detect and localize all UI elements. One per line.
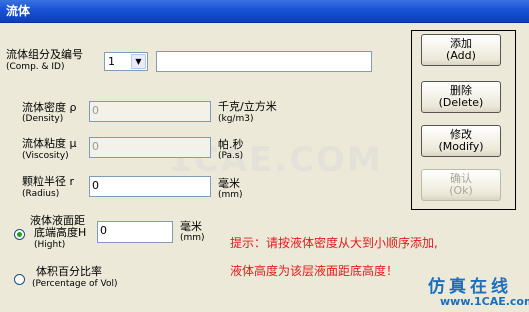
modify-button[interactable]: 修改 (Modify)	[421, 125, 501, 157]
hint-line-2: 液体高度为该层液面距底高度！	[230, 264, 399, 278]
vol-label: 体积百分比率	[36, 265, 102, 278]
radius-label-en: (Radius)	[22, 189, 60, 199]
modify-button-label-en: (Modify)	[438, 140, 484, 153]
viscosity-input[interactable]: 0	[89, 137, 211, 158]
ok-button-label-en: (Ok)	[449, 184, 473, 197]
site-logo-url: www.1CAE.com	[440, 295, 529, 308]
density-label: 流体密度 ρ	[22, 101, 77, 114]
comp-id-select[interactable]: 1 ▼	[104, 52, 148, 71]
height-unit-en: (mm)	[180, 233, 205, 243]
density-input[interactable]: 0	[89, 101, 211, 122]
radius-label: 颗粒半径 r	[22, 175, 75, 188]
radio-selected-dot	[17, 232, 22, 237]
viscosity-unit-en: (Pa.s)	[218, 151, 244, 161]
height-input[interactable]: 0	[97, 221, 173, 243]
delete-button-label-en: (Delete)	[438, 96, 484, 109]
comp-id-select-value: 1	[108, 55, 115, 68]
height-label-en: (Hight)	[34, 240, 66, 250]
comp-id-label: 流体组分及编号	[6, 48, 83, 61]
add-button[interactable]: 添加 (Add)	[421, 34, 501, 66]
radius-input[interactable]: 0	[89, 176, 211, 197]
height-radio[interactable]	[14, 229, 25, 240]
viscosity-label-en: (Viscosity)	[22, 151, 69, 161]
comp-id-label-en: (Comp. & ID)	[6, 62, 65, 72]
density-label-en: (Density)	[22, 114, 64, 124]
hint-line-1: 提示：请按液体密度从大到小顺序添加,	[230, 236, 438, 250]
site-logo-text: 仿真在线	[428, 277, 512, 297]
comp-name-input[interactable]	[156, 51, 372, 72]
vol-radio[interactable]	[14, 274, 25, 285]
title-bar[interactable]: 流体	[0, 0, 529, 23]
ok-button[interactable]: 确认 (Ok)	[421, 169, 501, 201]
radius-unit: 毫米	[218, 177, 240, 190]
height-unit: 毫米	[180, 220, 202, 233]
density-unit: 千克/立方米	[218, 100, 277, 113]
delete-button[interactable]: 删除 (Delete)	[421, 81, 501, 113]
radius-unit-en: (mm)	[218, 190, 243, 200]
chevron-down-icon[interactable]: ▼	[131, 54, 146, 69]
window-title: 流体	[6, 4, 31, 18]
vol-label-en: (Percentage of Vol)	[32, 279, 118, 289]
viscosity-label: 流体粘度 μ	[22, 137, 77, 150]
height-label-line2: 底端高度H	[34, 226, 87, 239]
density-unit-en: (kg/m3)	[218, 114, 254, 124]
viscosity-unit: 帕.秒	[218, 138, 244, 151]
add-button-label-en: (Add)	[446, 49, 476, 62]
